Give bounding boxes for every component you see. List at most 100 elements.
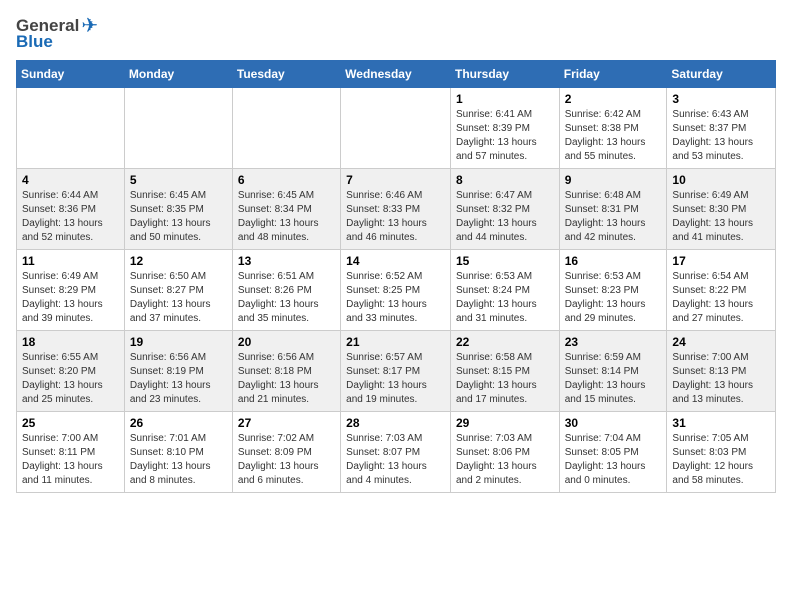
- day-info: Sunrise: 6:44 AM Sunset: 8:36 PM Dayligh…: [22, 189, 119, 245]
- day-info: Sunrise: 6:58 AM Sunset: 8:15 PM Dayligh…: [456, 351, 554, 407]
- day-info: Sunrise: 6:54 AM Sunset: 8:22 PM Dayligh…: [672, 270, 770, 326]
- calendar-header-sunday: Sunday: [17, 61, 125, 88]
- day-number: 7: [346, 173, 445, 187]
- calendar-cell: 18 Sunrise: 6:55 AM Sunset: 8:20 PM Dayli…: [17, 331, 125, 412]
- day-number: 11: [22, 254, 119, 268]
- day-number: 15: [456, 254, 554, 268]
- calendar-header-wednesday: Wednesday: [341, 61, 451, 88]
- day-info: Sunrise: 7:03 AM Sunset: 8:06 PM Dayligh…: [456, 432, 554, 488]
- calendar-cell: 6 Sunrise: 6:45 AM Sunset: 8:34 PM Daylig…: [232, 169, 340, 250]
- calendar-week-row: 4 Sunrise: 6:44 AM Sunset: 8:36 PM Daylig…: [17, 169, 776, 250]
- calendar-header-monday: Monday: [124, 61, 232, 88]
- calendar-cell: 30 Sunrise: 7:04 AM Sunset: 8:05 PM Dayli…: [559, 412, 667, 493]
- day-number: 10: [672, 173, 770, 187]
- calendar-cell: 5 Sunrise: 6:45 AM Sunset: 8:35 PM Daylig…: [124, 169, 232, 250]
- calendar-cell: 28 Sunrise: 7:03 AM Sunset: 8:07 PM Dayli…: [341, 412, 451, 493]
- day-info: Sunrise: 6:59 AM Sunset: 8:14 PM Dayligh…: [565, 351, 662, 407]
- day-number: 6: [238, 173, 335, 187]
- calendar-week-row: 1Sunrise: 6:41 AM Sunset: 8:39 PM Daylig…: [17, 88, 776, 169]
- calendar-cell: 10 Sunrise: 6:49 AM Sunset: 8:30 PM Dayli…: [667, 169, 776, 250]
- calendar-cell: [124, 88, 232, 169]
- calendar-cell: [17, 88, 125, 169]
- calendar-week-row: 18 Sunrise: 6:55 AM Sunset: 8:20 PM Dayli…: [17, 331, 776, 412]
- day-info: Sunrise: 7:00 AM Sunset: 8:11 PM Dayligh…: [22, 432, 119, 488]
- day-info: Sunrise: 6:57 AM Sunset: 8:17 PM Dayligh…: [346, 351, 445, 407]
- day-info: Sunrise: 7:03 AM Sunset: 8:07 PM Dayligh…: [346, 432, 445, 488]
- calendar-cell: 2 Sunrise: 6:42 AM Sunset: 8:38 PM Daylig…: [559, 88, 667, 169]
- day-number: 23: [565, 335, 662, 349]
- day-info: Sunrise: 7:00 AM Sunset: 8:13 PM Dayligh…: [672, 351, 770, 407]
- calendar-cell: 20 Sunrise: 6:56 AM Sunset: 8:18 PM Dayli…: [232, 331, 340, 412]
- calendar-cell: [341, 88, 451, 169]
- calendar-week-row: 25 Sunrise: 7:00 AM Sunset: 8:11 PM Dayli…: [17, 412, 776, 493]
- day-number: 29: [456, 416, 554, 430]
- day-info: Sunrise: 7:05 AM Sunset: 8:03 PM Dayligh…: [672, 432, 770, 488]
- day-info: Sunrise: 6:45 AM Sunset: 8:34 PM Dayligh…: [238, 189, 335, 245]
- day-number: 31: [672, 416, 770, 430]
- calendar-cell: 23 Sunrise: 6:59 AM Sunset: 8:14 PM Dayli…: [559, 331, 667, 412]
- day-info: Sunrise: 6:46 AM Sunset: 8:33 PM Dayligh…: [346, 189, 445, 245]
- day-info: Sunrise: 6:42 AM Sunset: 8:38 PM Dayligh…: [565, 108, 662, 164]
- calendar-cell: 16Sunrise: 6:53 AM Sunset: 8:23 PM Dayli…: [559, 250, 667, 331]
- day-info: Sunrise: 6:53 AM Sunset: 8:24 PM Dayligh…: [456, 270, 554, 326]
- day-number: 21: [346, 335, 445, 349]
- day-number: 4: [22, 173, 119, 187]
- calendar-header-thursday: Thursday: [450, 61, 559, 88]
- calendar-cell: 13Sunrise: 6:51 AM Sunset: 8:26 PM Dayli…: [232, 250, 340, 331]
- day-number: 12: [130, 254, 227, 268]
- day-info: Sunrise: 7:01 AM Sunset: 8:10 PM Dayligh…: [130, 432, 227, 488]
- day-number: 2: [565, 92, 662, 106]
- day-number: 5: [130, 173, 227, 187]
- day-number: 19: [130, 335, 227, 349]
- calendar-cell: [232, 88, 340, 169]
- calendar-header-tuesday: Tuesday: [232, 61, 340, 88]
- day-number: 9: [565, 173, 662, 187]
- calendar-cell: 17 Sunrise: 6:54 AM Sunset: 8:22 PM Dayli…: [667, 250, 776, 331]
- logo-blue: Blue: [16, 32, 53, 52]
- calendar-header-saturday: Saturday: [667, 61, 776, 88]
- day-number: 22: [456, 335, 554, 349]
- calendar-header-friday: Friday: [559, 61, 667, 88]
- day-info: Sunrise: 6:49 AM Sunset: 8:29 PM Dayligh…: [22, 270, 119, 326]
- day-info: Sunrise: 6:56 AM Sunset: 8:19 PM Dayligh…: [130, 351, 227, 407]
- day-number: 28: [346, 416, 445, 430]
- day-info: Sunrise: 6:45 AM Sunset: 8:35 PM Dayligh…: [130, 189, 227, 245]
- day-number: 25: [22, 416, 119, 430]
- day-number: 18: [22, 335, 119, 349]
- day-info: Sunrise: 6:53 AM Sunset: 8:23 PM Dayligh…: [565, 270, 662, 326]
- calendar-cell: 3Sunrise: 6:43 AM Sunset: 8:37 PM Daylig…: [667, 88, 776, 169]
- day-info: Sunrise: 6:55 AM Sunset: 8:20 PM Dayligh…: [22, 351, 119, 407]
- calendar-cell: 4 Sunrise: 6:44 AM Sunset: 8:36 PM Daylig…: [17, 169, 125, 250]
- day-info: Sunrise: 6:52 AM Sunset: 8:25 PM Dayligh…: [346, 270, 445, 326]
- calendar-cell: 26Sunrise: 7:01 AM Sunset: 8:10 PM Dayli…: [124, 412, 232, 493]
- day-number: 20: [238, 335, 335, 349]
- day-info: Sunrise: 6:51 AM Sunset: 8:26 PM Dayligh…: [238, 270, 335, 326]
- calendar-cell: 29 Sunrise: 7:03 AM Sunset: 8:06 PM Dayli…: [450, 412, 559, 493]
- calendar-table: SundayMondayTuesdayWednesdayThursdayFrid…: [16, 60, 776, 493]
- calendar-cell: 31 Sunrise: 7:05 AM Sunset: 8:03 PM Dayli…: [667, 412, 776, 493]
- day-number: 30: [565, 416, 662, 430]
- calendar-header-row: SundayMondayTuesdayWednesdayThursdayFrid…: [17, 61, 776, 88]
- day-info: Sunrise: 6:48 AM Sunset: 8:31 PM Dayligh…: [565, 189, 662, 245]
- calendar-cell: 22 Sunrise: 6:58 AM Sunset: 8:15 PM Dayli…: [450, 331, 559, 412]
- calendar-cell: 21 Sunrise: 6:57 AM Sunset: 8:17 PM Dayli…: [341, 331, 451, 412]
- calendar-cell: 11 Sunrise: 6:49 AM Sunset: 8:29 PM Dayli…: [17, 250, 125, 331]
- day-number: 17: [672, 254, 770, 268]
- day-info: Sunrise: 7:04 AM Sunset: 8:05 PM Dayligh…: [565, 432, 662, 488]
- day-info: Sunrise: 7:02 AM Sunset: 8:09 PM Dayligh…: [238, 432, 335, 488]
- calendar-cell: 24 Sunrise: 7:00 AM Sunset: 8:13 PM Dayli…: [667, 331, 776, 412]
- calendar-cell: 8Sunrise: 6:47 AM Sunset: 8:32 PM Daylig…: [450, 169, 559, 250]
- day-info: Sunrise: 6:56 AM Sunset: 8:18 PM Dayligh…: [238, 351, 335, 407]
- day-info: Sunrise: 6:49 AM Sunset: 8:30 PM Dayligh…: [672, 189, 770, 245]
- calendar-cell: 27Sunrise: 7:02 AM Sunset: 8:09 PM Dayli…: [232, 412, 340, 493]
- calendar-cell: 15 Sunrise: 6:53 AM Sunset: 8:24 PM Dayli…: [450, 250, 559, 331]
- calendar-cell: 14Sunrise: 6:52 AM Sunset: 8:25 PM Dayli…: [341, 250, 451, 331]
- header: General ✈ Blue: [16, 16, 776, 52]
- calendar-week-row: 11 Sunrise: 6:49 AM Sunset: 8:29 PM Dayli…: [17, 250, 776, 331]
- calendar-cell: 25 Sunrise: 7:00 AM Sunset: 8:11 PM Dayli…: [17, 412, 125, 493]
- day-number: 3: [672, 92, 770, 106]
- day-info: Sunrise: 6:41 AM Sunset: 8:39 PM Dayligh…: [456, 108, 554, 164]
- logo: General ✈ Blue: [16, 16, 98, 52]
- logo-bird-icon: ✈: [81, 16, 98, 36]
- day-number: 24: [672, 335, 770, 349]
